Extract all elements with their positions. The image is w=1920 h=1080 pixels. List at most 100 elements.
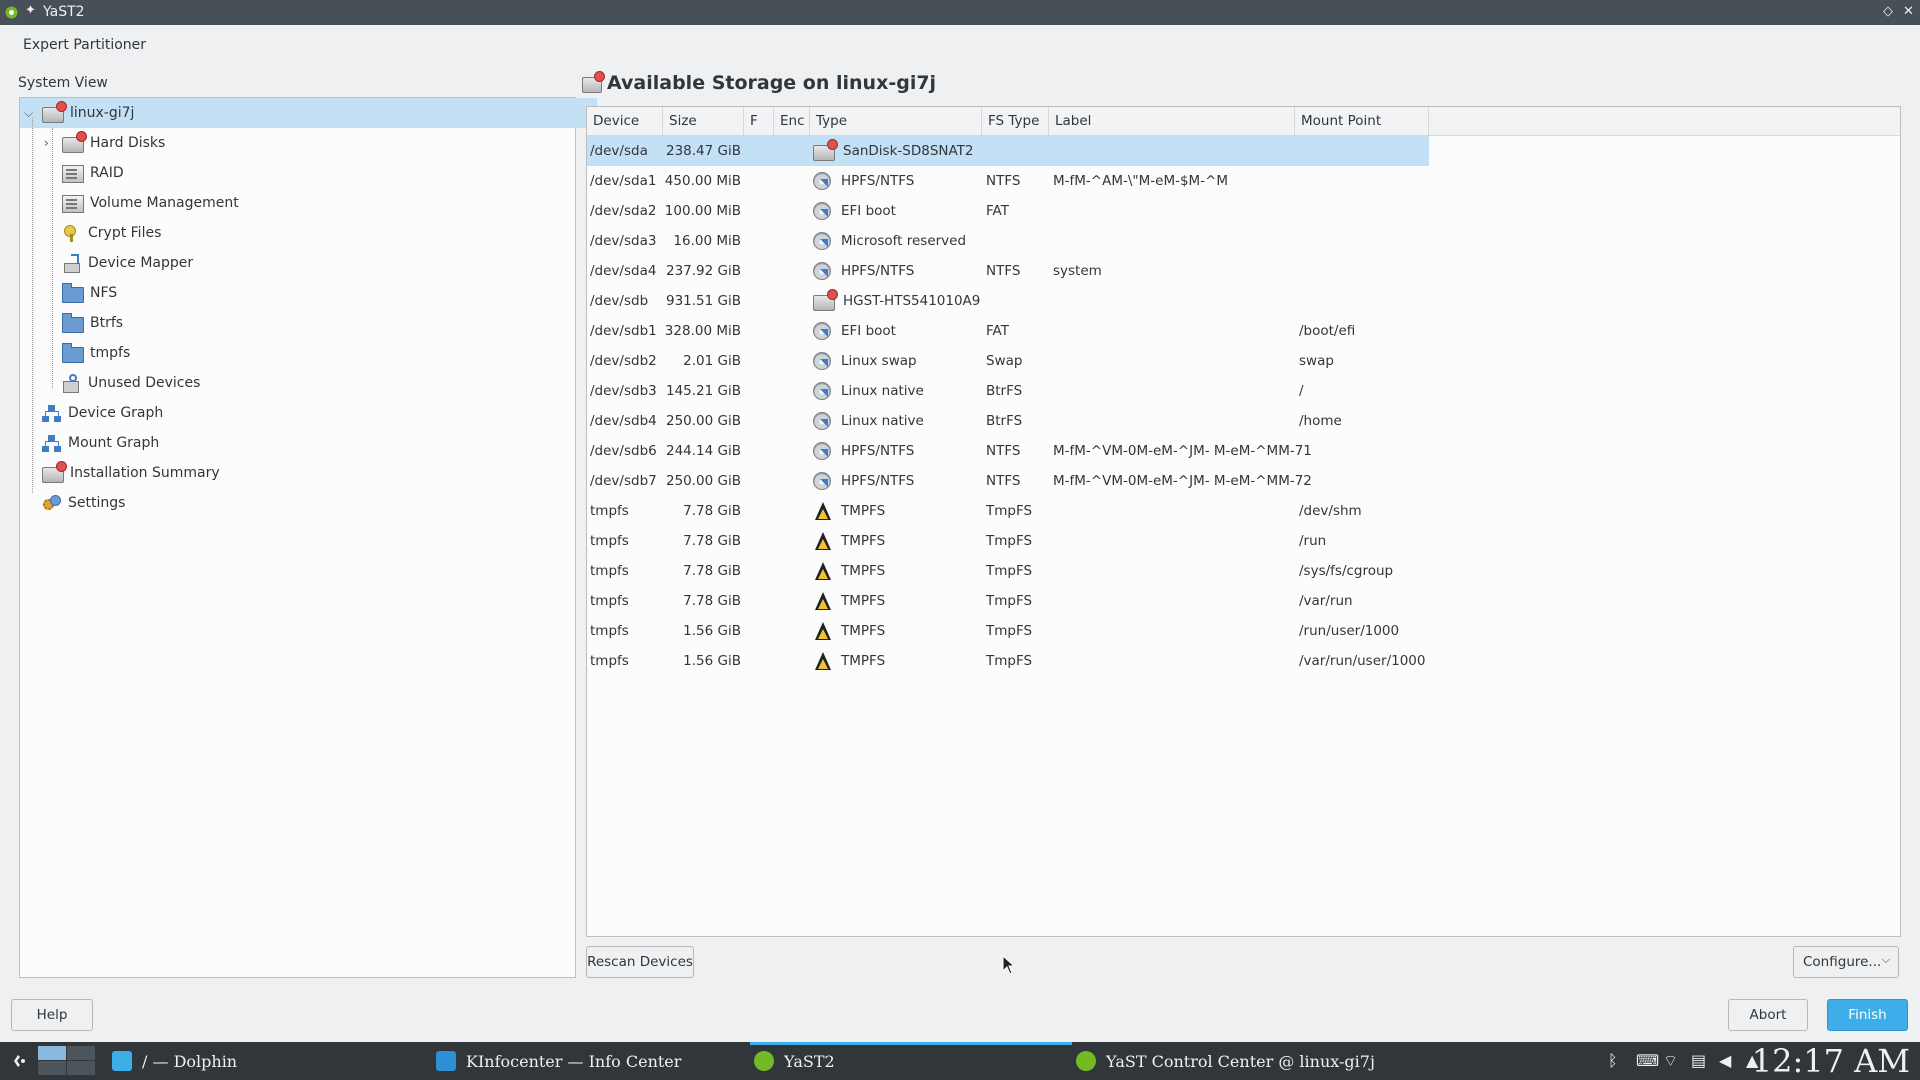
column-header-fs-type[interactable]: FS Type: [982, 107, 1049, 135]
encryption-cell: [780, 136, 804, 166]
table-row[interactable]: /dev/sdb7 250.00 GiB HPFS/NTFS NTFS M-fM-^VM…: [587, 466, 1900, 496]
close-icon[interactable]: ✕: [1903, 4, 1914, 19]
taskbar-task-yast[interactable]: YaST Control Center @ linux-gi7j: [1072, 1042, 1394, 1080]
taskbar-task-yast[interactable]: YaST2: [750, 1042, 1072, 1080]
table-row[interactable]: /dev/sdb4 250.00 GiB Linux native BtrFS/hom…: [587, 406, 1900, 436]
tree-item-btrfs[interactable]: Btrfs: [20, 308, 617, 338]
label-cell: [1053, 136, 1293, 166]
table-row[interactable]: /dev/sdb 931.51 GiB HGST-HTS541010A9: [587, 286, 1900, 316]
table-row[interactable]: /dev/sda4 237.92 GiB HPFS/NTFS NTFS system: [587, 256, 1900, 286]
size-cell: 16.00 MiB: [673, 233, 741, 249]
tree-item-tmpfs[interactable]: tmpfs: [20, 338, 617, 368]
type-label: Linux native: [841, 413, 924, 429]
table-row[interactable]: /dev/sdb2 2.01 GiB Linux swap Swap swap: [587, 346, 1900, 376]
format-flag-cell: [750, 256, 770, 286]
device-cell: /dev/sdb3: [590, 383, 657, 399]
column-header-device[interactable]: Device: [587, 107, 663, 135]
chevron-right-icon[interactable]: ›: [44, 136, 49, 150]
tree-item-mount-graph[interactable]: Mount Graph: [20, 428, 597, 458]
fs-type-cell: TmpFS: [986, 623, 1033, 639]
finish-button[interactable]: Finish: [1827, 999, 1908, 1031]
mount-point-cell: /sys/fs/cgroup: [1299, 563, 1394, 579]
type-cell: HPFS/NTFS: [813, 256, 914, 286]
configure-button[interactable]: Configure... ⌵: [1793, 946, 1899, 978]
column-header-size[interactable]: Size: [663, 107, 744, 135]
tree-item-device-mapper[interactable]: Device Mapper: [20, 248, 617, 278]
taskbar-task-dolphin[interactable]: / — Dolphin: [108, 1042, 418, 1080]
volume-icon[interactable]: ◀: [1719, 1051, 1731, 1070]
fs-type-cell: NTFS: [986, 173, 1021, 189]
clipboard-icon[interactable]: ▤: [1691, 1051, 1706, 1070]
desktop-1[interactable]: [38, 1046, 66, 1060]
table-row[interactable]: /dev/sda3 16.00 MiB Microsoft reserved: [587, 226, 1900, 256]
mount-point-cell: [1299, 256, 1429, 286]
tree-item-installation-summary[interactable]: Installation Summary: [20, 458, 597, 488]
partition-icon: [813, 442, 833, 460]
mount-point-cell: [1299, 166, 1429, 196]
desktop-4[interactable]: [67, 1061, 95, 1075]
settings-icon: [42, 494, 62, 512]
system-view-tree[interactable]: ⌵ linux-gi7j › Hard Disks RAID Volume Managem…: [19, 97, 597, 978]
column-header-mount-point[interactable]: Mount Point: [1295, 107, 1429, 135]
table-row[interactable]: /dev/sdb6 244.14 GiB HPFS/NTFS NTFS M-fM-^VM…: [587, 436, 1900, 466]
desktop-2[interactable]: [67, 1046, 95, 1060]
tree-item-crypt-files[interactable]: Crypt Files: [20, 218, 617, 248]
table-row[interactable]: /dev/sdb3 145.21 GiB Linux native BtrFS /: [587, 376, 1900, 406]
table-row[interactable]: tmpfs 7.78 GiB TMPFS TmpFS/sys/fs/cgroup: [587, 556, 1900, 586]
encryption-cell: [780, 226, 804, 256]
table-row[interactable]: /dev/sda1 450.00 MiB HPFS/NTFS NTFS M-fM-^AM…: [587, 166, 1900, 196]
fs-type-cell: BtrFS: [986, 383, 1023, 399]
abort-button[interactable]: Abort: [1728, 999, 1808, 1031]
device-cell: tmpfs: [590, 563, 629, 579]
label-cell: M-fM-^VM-0M-eM-^JM- M-eM-^MM-71: [1053, 443, 1312, 459]
network-icon[interactable]: ⌔: [1663, 1051, 1678, 1071]
bluetooth-icon[interactable]: ᛒ: [1608, 1051, 1618, 1070]
table-row[interactable]: /dev/sda2 100.00 MiB EFI boot FAT: [587, 196, 1900, 226]
tree-item-hard-disks[interactable]: › Hard Disks: [20, 128, 617, 158]
pin-icon[interactable]: ✦: [25, 3, 36, 18]
tree-item-linux-gi7j[interactable]: ⌵ linux-gi7j: [20, 98, 597, 128]
table-row[interactable]: tmpfs 7.78 GiB TMPFS TmpFS/var/run: [587, 586, 1900, 616]
type-cell: TMPFS: [813, 646, 885, 676]
expand-tray-icon[interactable]: ▲: [1746, 1051, 1758, 1070]
type-cell: Linux native: [813, 406, 924, 436]
column-header-enc[interactable]: Enc: [774, 107, 810, 135]
virtual-desktop-pager[interactable]: [38, 1046, 95, 1076]
label-cell: [1053, 406, 1293, 436]
format-flag-cell: [750, 226, 770, 256]
table-row[interactable]: /dev/sdb1 328.00 MiB EFI boot FAT/boot/efi: [587, 316, 1900, 346]
tree-item-raid[interactable]: RAID: [20, 158, 617, 188]
column-header-label[interactable]: Label: [1049, 107, 1295, 135]
table-row[interactable]: tmpfs 1.56 GiB TMPFS TmpFS/var/run/user/100…: [587, 646, 1900, 676]
table-row[interactable]: tmpfs 7.78 GiB TMPFS TmpFS/dev/shm: [587, 496, 1900, 526]
clock[interactable]: 12:17 AM: [1752, 1042, 1910, 1080]
help-button[interactable]: Help: [11, 999, 93, 1031]
column-header-type[interactable]: Type: [810, 107, 982, 135]
tree-item-settings[interactable]: Settings: [20, 488, 597, 518]
mount-point-cell: [1299, 226, 1429, 256]
tree-item-volume-management[interactable]: Volume Management: [20, 188, 617, 218]
size-cell: 7.78 GiB: [683, 593, 741, 609]
format-flag-cell: [750, 346, 770, 376]
device-cell: /dev/sda3: [590, 233, 657, 249]
fs-type-cell: [986, 226, 1046, 256]
storage-table[interactable]: Device Size F Enc Type FS Type Label Mount Poin…: [586, 106, 1901, 937]
table-row[interactable]: /dev/sda 238.47 GiB SanDisk-SD8SNAT2: [587, 136, 1900, 166]
format-flag-cell: [750, 376, 770, 406]
summary-icon: [42, 461, 67, 483]
tree-item-device-graph[interactable]: Device Graph: [20, 398, 597, 428]
table-row[interactable]: tmpfs 7.78 GiB TMPFS TmpFS/run: [587, 526, 1900, 556]
size-cell: 328.00 MiB: [664, 323, 741, 339]
taskbar-task-info-center[interactable]: KInfocenter — Info Center: [432, 1042, 750, 1080]
keyboard-icon[interactable]: ⌨: [1636, 1051, 1659, 1070]
application-launcher-icon[interactable]: [8, 1051, 28, 1071]
tree-item-nfs[interactable]: NFS: [20, 278, 617, 308]
desktop-3[interactable]: [38, 1061, 66, 1075]
rescan-devices-button[interactable]: Rescan Devices: [586, 946, 694, 978]
encryption-cell: [780, 586, 804, 616]
encryption-cell: [780, 286, 804, 316]
tree-item-unused-devices[interactable]: Unused Devices: [20, 368, 617, 398]
column-header-f[interactable]: F: [744, 107, 774, 135]
restore-icon[interactable]: ◇: [1883, 4, 1893, 19]
table-row[interactable]: tmpfs 1.56 GiB TMPFS TmpFS/run/user/1000: [587, 616, 1900, 646]
